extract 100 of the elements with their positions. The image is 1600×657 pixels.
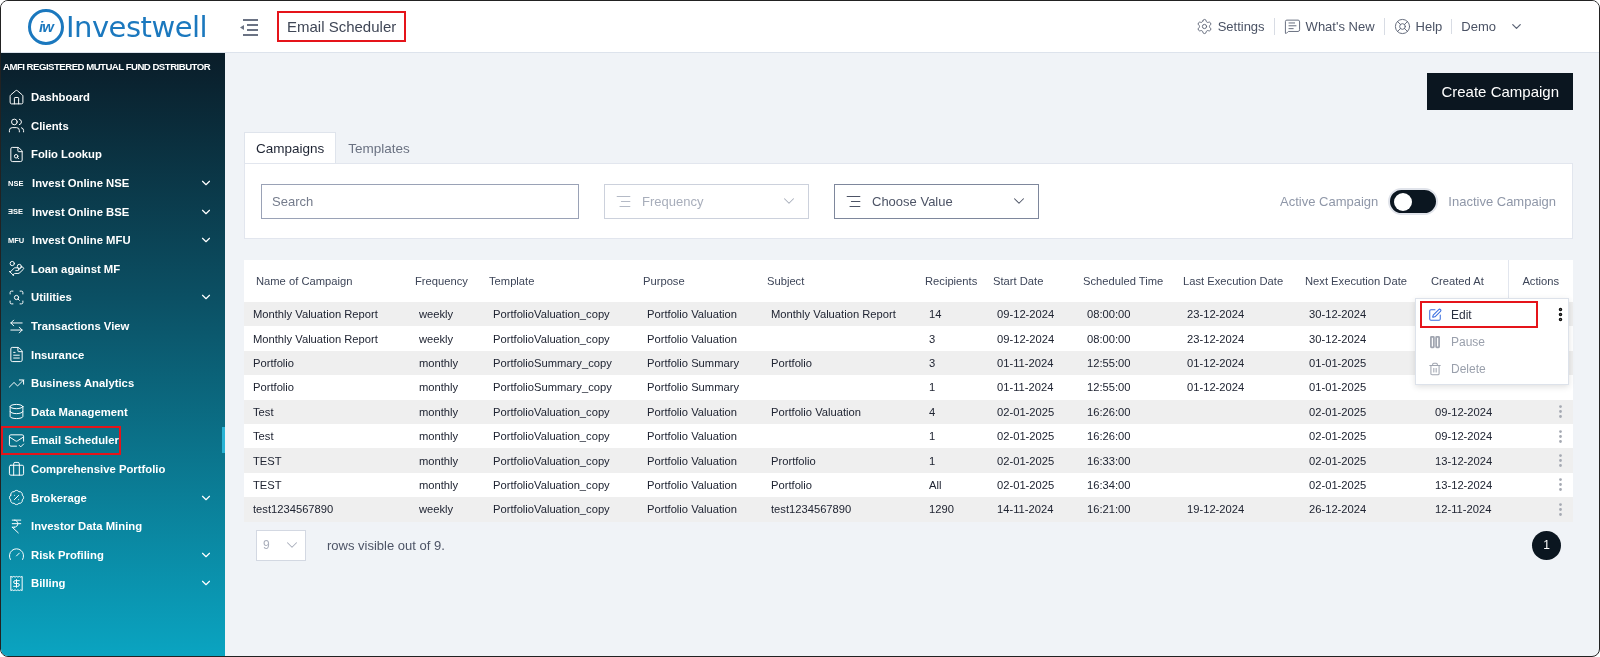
- table-cell: PortfolioValuation_copy: [477, 326, 631, 351]
- table-cell: 02-01-2025: [981, 423, 1071, 449]
- table-cell: TEST: [244, 448, 403, 473]
- user-menu[interactable]: Demo: [1451, 19, 1533, 34]
- table-cell: Monthly Valuation Report: [755, 302, 913, 327]
- table-cell: Portfolio Valuation: [631, 472, 755, 498]
- sidebar-item[interactable]: Transactions View: [1, 311, 215, 341]
- table-cell: 16:33:00: [1071, 448, 1171, 473]
- column-header: Created At: [1419, 260, 1508, 302]
- page-title: Email Scheduler: [277, 11, 407, 42]
- table-cell: Portfolio: [755, 472, 913, 498]
- tab[interactable]: Campaigns: [244, 132, 337, 163]
- table-cell: 01-11-2024: [981, 375, 1071, 400]
- table-cell: 16:26:00: [1071, 423, 1171, 449]
- table-cell: 12:55:00: [1071, 350, 1171, 376]
- column-header: Start Date: [981, 260, 1071, 302]
- table-cell: 01-11-2024: [981, 350, 1071, 376]
- table-cell: Portfolio Valuation: [755, 399, 913, 424]
- table-cell: 01-12-2024: [1171, 375, 1293, 400]
- table-cell: 14: [913, 302, 981, 327]
- table-cell: 02-01-2025: [1293, 423, 1419, 449]
- column-header: Frequency: [403, 260, 477, 302]
- table-cell: 08:00:00: [1071, 302, 1171, 327]
- table-cell: monthly: [403, 375, 477, 400]
- table-cell: Prortfolio: [755, 448, 913, 473]
- column-header: Next Execution Date: [1293, 260, 1419, 302]
- table-cell: Monthly Valuation Report: [244, 302, 403, 327]
- table-cell: PortfolioValuation_copy: [477, 497, 631, 522]
- table-cell: weekly: [403, 302, 477, 327]
- table-cell: weekly: [403, 326, 477, 351]
- table-cell: 1: [913, 375, 981, 400]
- create-campaign-button[interactable]: Create Campaign: [1427, 73, 1573, 110]
- menu-item[interactable]: Edit: [1420, 301, 1538, 328]
- sidebar-item[interactable]: Comprehensive Portfolio: [1, 454, 215, 484]
- table-cell: 02-01-2025: [981, 399, 1071, 424]
- sidebar-item[interactable]: Email Scheduler: [1, 426, 121, 455]
- sidebar-item[interactable]: Business Analytics: [1, 368, 215, 398]
- table-cell: 1290: [913, 497, 981, 522]
- sidebar-item[interactable]: Billing: [1, 569, 215, 598]
- table-cell: 02-01-2025: [1293, 399, 1419, 424]
- sidebar-heading: AMFI REGISTERED MUTUAL FUND DSTRIBUTOR: [2, 60, 212, 74]
- table-cell: 12-11-2024: [1419, 497, 1508, 522]
- table-cell: 1: [913, 448, 981, 473]
- toggle-label: Active Campaign: [1280, 193, 1379, 209]
- tab[interactable]: Templates: [336, 132, 422, 163]
- table-cell: 13-12-2024: [1419, 472, 1508, 498]
- table-cell: 09-12-2024: [981, 302, 1071, 327]
- table-cell: weekly: [403, 497, 477, 522]
- sidebar-item[interactable]: Investor Data Mining: [1, 511, 215, 541]
- table-cell: test1234567890: [244, 497, 403, 522]
- sidebar-item[interactable]: Dashboard: [1, 83, 215, 112]
- table-cell: 02-01-2025: [1293, 448, 1419, 473]
- rows-summary: rows visible out of 9.: [327, 537, 445, 553]
- sidebar-item[interactable]: Folio Lookup: [1, 140, 215, 169]
- table-cell: Portfolio: [244, 350, 403, 376]
- table-cell: monthly: [403, 448, 477, 473]
- dropdown[interactable]: Choose Value: [834, 183, 1039, 219]
- table-cell: 16:26:00: [1071, 399, 1171, 424]
- table-cell: 23-12-2024: [1171, 302, 1293, 327]
- logo-name: Investwell: [66, 9, 208, 44]
- table-cell: PortfolioSummary_copy: [477, 375, 631, 400]
- logo-mark: iw: [28, 8, 64, 45]
- column-header: Subject: [755, 260, 913, 302]
- table-cell: Portfolio: [755, 350, 913, 376]
- table-cell: PortfolioValuation_copy: [477, 448, 631, 473]
- column-header: Template: [477, 260, 631, 302]
- table-cell: monthly: [403, 399, 477, 424]
- table-cell: 09-12-2024: [1419, 399, 1508, 424]
- table-cell: Test: [244, 423, 403, 449]
- column-header: Scheduled Time: [1071, 260, 1171, 302]
- table-cell: monthly: [403, 350, 477, 376]
- sidebar-item[interactable]: Risk Profiling: [1, 540, 215, 570]
- header-link[interactable]: What's New: [1273, 18, 1384, 35]
- table-cell: PortfolioSummary_copy: [477, 350, 631, 376]
- table-cell: PortfolioValuation_copy: [477, 399, 631, 424]
- sidebar-item[interactable]: Insurance: [1, 340, 215, 369]
- column-header: Recipients: [913, 260, 981, 302]
- table-cell: 4: [913, 399, 981, 424]
- table-cell: 23-12-2024: [1171, 326, 1293, 351]
- table-cell: Portfolio: [244, 375, 403, 400]
- table-cell: PortfolioValuation_copy: [477, 302, 631, 327]
- header-link[interactable]: Settings: [1186, 18, 1274, 35]
- table-cell: Portfolio Valuation: [631, 423, 755, 449]
- sidebar-item[interactable]: Utilities: [1, 283, 215, 312]
- table-cell: 01-01-2025: [1293, 350, 1419, 376]
- table-cell: Portfolio Valuation: [631, 302, 755, 327]
- sidebar-item[interactable]: Loan against MF: [1, 254, 215, 284]
- sidebar-item[interactable]: Clients: [1, 111, 215, 141]
- toggle-label: Inactive Campaign: [1448, 193, 1556, 209]
- page-button[interactable]: 1: [1532, 530, 1561, 560]
- search-field[interactable]: Search: [261, 183, 579, 219]
- table-cell: 26-12-2024: [1293, 497, 1419, 522]
- table-cell: 02-01-2025: [1293, 472, 1419, 498]
- table-cell: 3: [913, 326, 981, 351]
- column-header: Name of Campaign: [244, 260, 403, 302]
- sidebar-item[interactable]: Data Management: [1, 397, 215, 427]
- table-cell: 16:34:00: [1071, 472, 1171, 498]
- sidebar-item[interactable]: Brokerage: [1, 483, 215, 512]
- table-cell: Portfolio Valuation: [631, 326, 755, 351]
- header-link[interactable]: Help: [1383, 18, 1452, 35]
